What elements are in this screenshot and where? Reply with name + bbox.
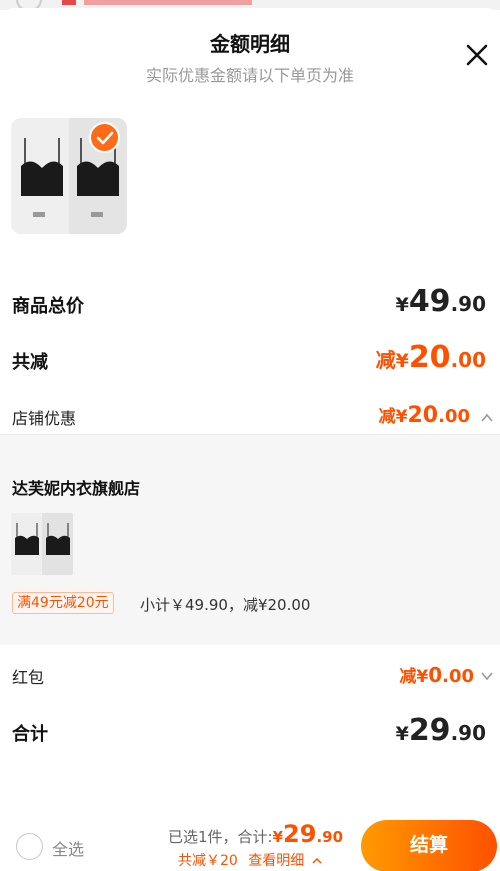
- chevron-up-icon[interactable]: [311, 855, 323, 867]
- shop-product-image: [11, 513, 73, 575]
- total-price-value: ¥49.90: [395, 284, 486, 319]
- selected-summary: 已选1件，合计:¥29.90: [168, 820, 344, 848]
- discount-value: 减¥20.00: [375, 340, 486, 375]
- promo-tag: 满49元减20元: [12, 592, 114, 614]
- discount-label: 共减: [12, 352, 48, 373]
- chevron-down-icon[interactable]: [480, 668, 494, 682]
- chevron-up-icon[interactable]: [480, 410, 494, 424]
- saved-summary[interactable]: 共减￥20 查看明细: [178, 850, 323, 870]
- store-discount-label: 店铺优惠: [12, 409, 77, 428]
- red-packet-label: 红包: [12, 668, 45, 687]
- checkout-button[interactable]: 结算: [361, 820, 497, 871]
- selected-check-icon: [89, 122, 120, 153]
- grand-total-label: 合计: [12, 724, 48, 745]
- shop-subtotal: 小计￥49.90，减¥20.00: [140, 596, 311, 614]
- grand-total-value: ¥29.90: [395, 713, 486, 748]
- select-all-label[interactable]: 全选: [52, 836, 84, 860]
- select-all-radio[interactable]: [16, 833, 43, 860]
- sheet-subtitle: 实际优惠金额请以下单页为准: [145, 66, 354, 85]
- red-packet-value[interactable]: 减¥0.00: [399, 662, 474, 687]
- shop-name: 达芙妮内衣旗舰店: [12, 479, 141, 498]
- close-icon[interactable]: [462, 40, 492, 70]
- sheet-title: 金额明细: [210, 32, 290, 56]
- view-detail-link[interactable]: 查看明细: [248, 853, 304, 869]
- store-discount-value[interactable]: 减¥20.00: [379, 402, 470, 428]
- total-price-label: 商品总价: [12, 296, 84, 317]
